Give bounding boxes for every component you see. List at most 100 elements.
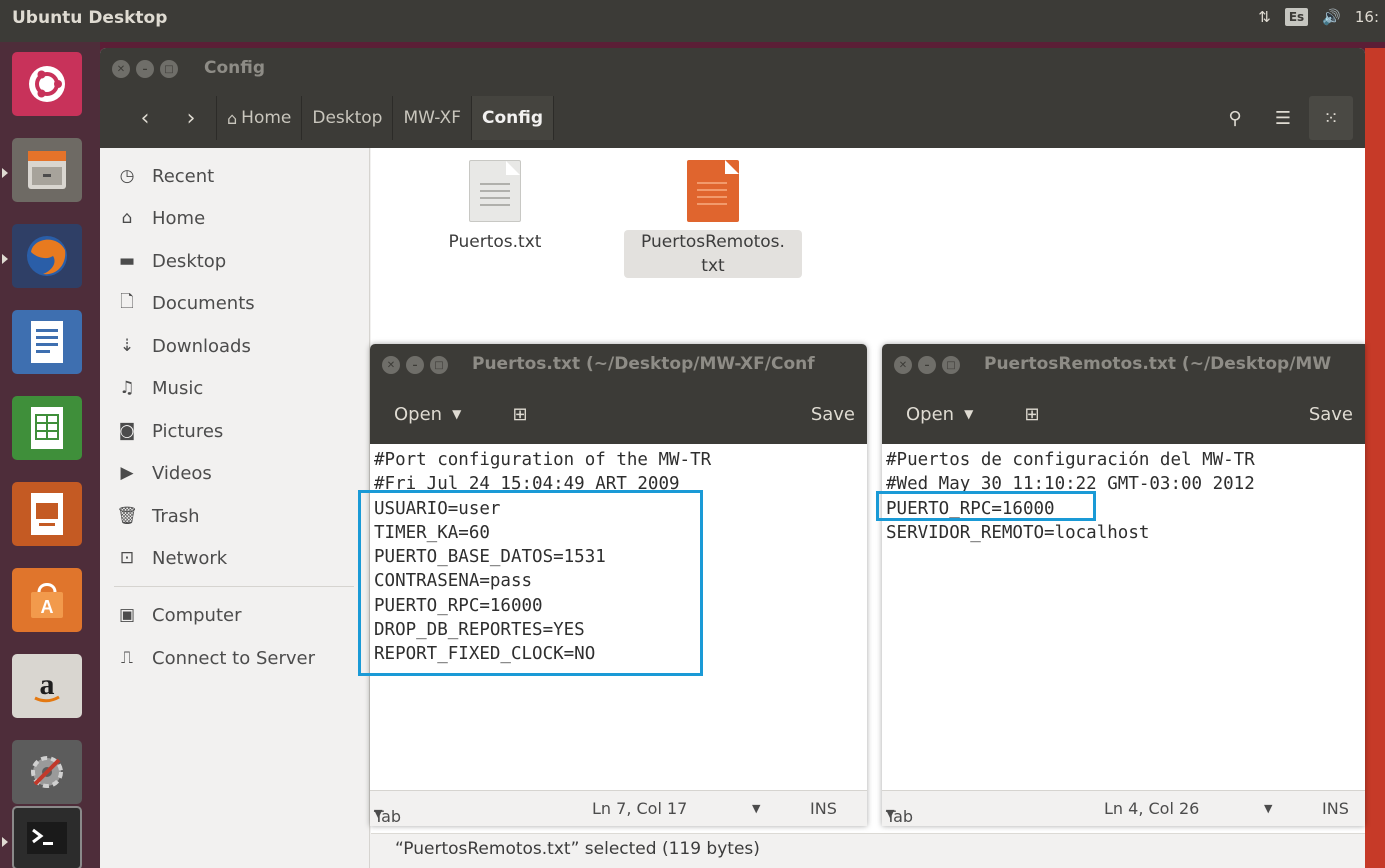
cursor-position: Ln 7, Col 17: [592, 799, 688, 818]
places-sidebar: ◷ Recent ⌂ Home ▬ Desktop 🗋 Documents ⇣ Downl…: [100, 148, 370, 868]
open-button[interactable]: Open ▼: [382, 394, 473, 434]
launcher: A a: [0, 42, 100, 868]
download-icon: ⇣: [119, 336, 135, 356]
window-title: Config: [204, 58, 266, 78]
folder-icon: ▬: [118, 251, 136, 271]
home-icon: ⌂: [227, 108, 238, 128]
sidebar-item-music[interactable]: ♫ Music: [114, 370, 203, 406]
launcher-firefox[interactable]: [12, 224, 82, 288]
calc-icon: [31, 407, 63, 449]
launcher-system-settings[interactable]: [12, 740, 82, 804]
keyboard-layout-indicator[interactable]: Es: [1284, 8, 1309, 26]
text-file-icon: [469, 160, 521, 222]
launcher-files[interactable]: [12, 138, 82, 202]
sidebar-divider: [114, 586, 354, 587]
video-icon: ▶: [120, 463, 134, 483]
close-button[interactable]: ✕: [894, 356, 912, 374]
window-title: Puertos.txt (~/Desktop/MW-XF/Conf: [472, 354, 815, 374]
file-manager-toolbar: ‹ › ⌂ Home Desktop MW-XF Config ⚲ ☰ ⁙: [100, 92, 1365, 148]
sidebar-item-trash[interactable]: 🗑 Trash: [114, 498, 199, 534]
grid-view-button[interactable]: ⁙: [1309, 96, 1353, 140]
gedit-headerbar: ✕ – □ Puertos.txt (~/Desktop/MW-XF/Conf …: [370, 344, 867, 444]
network-icon[interactable]: ⇅: [1258, 8, 1271, 26]
launcher-libreoffice-impress[interactable]: [12, 482, 82, 546]
file-item-puertos-remotos[interactable]: PuertosRemotos. txt: [623, 160, 803, 278]
highlight-box-right: [876, 491, 1096, 521]
file-item-puertos[interactable]: Puertos.txt: [405, 160, 585, 254]
maximize-button[interactable]: □: [430, 356, 448, 374]
file-cabinet-icon: [28, 151, 66, 189]
minimize-button[interactable]: –: [136, 60, 154, 78]
save-button[interactable]: Save: [1309, 394, 1353, 434]
launcher-libreoffice-writer[interactable]: [12, 310, 82, 374]
editor-status-bar: Tab Width: 8 ▼ Ln 4, Col 26 ▼ INS: [882, 790, 1365, 826]
chevron-down-icon: ▼: [964, 407, 974, 421]
impress-icon: [31, 493, 63, 535]
search-button[interactable]: ⚲: [1213, 96, 1257, 140]
text-line: SERVIDOR_REMOTO=localhost: [886, 522, 1150, 543]
file-manager-titlebar: ✕ – □ Config: [100, 48, 1365, 92]
new-tab-button[interactable]: ⊞: [1012, 394, 1052, 434]
settings-tools-icon: [31, 756, 63, 788]
chevron-down-icon: ▼: [452, 407, 462, 421]
insert-mode: INS: [1322, 799, 1349, 818]
chevron-down-icon[interactable]: ▼: [752, 802, 760, 815]
breadcrumb-desktop[interactable]: Desktop: [302, 96, 394, 140]
running-indicator: [2, 168, 8, 178]
maximize-button[interactable]: □: [942, 356, 960, 374]
sidebar-item-recent[interactable]: ◷ Recent: [114, 158, 215, 194]
breadcrumb-config[interactable]: Config: [471, 96, 554, 140]
trash-icon: 🗑: [116, 506, 138, 526]
launcher-libreoffice-calc[interactable]: [12, 396, 82, 460]
launcher-terminal[interactable]: [12, 806, 82, 868]
new-tab-button[interactable]: ⊞: [500, 394, 540, 434]
clock-icon: ◷: [119, 166, 135, 186]
active-indicator: [2, 254, 8, 264]
back-button[interactable]: ‹: [122, 96, 168, 140]
sidebar-item-home[interactable]: ⌂ Home: [114, 200, 206, 236]
status-bar: “PuertosRemotos.txt” selected (119 bytes…: [371, 833, 1365, 868]
chevron-down-icon: ▼: [886, 807, 895, 820]
open-button[interactable]: Open ▼: [894, 394, 985, 434]
sidebar-item-connect-to-server[interactable]: ⎍ Connect to Server: [114, 640, 315, 676]
computer-icon: ▣: [118, 605, 136, 625]
close-button[interactable]: ✕: [112, 60, 130, 78]
desktop-wallpaper-edge: [1365, 48, 1385, 868]
selection-status: “PuertosRemotos.txt” selected (119 bytes…: [395, 839, 760, 859]
sidebar-item-videos[interactable]: ▶ Videos: [114, 455, 211, 491]
maximize-button[interactable]: □: [160, 60, 178, 78]
sidebar-item-computer[interactable]: ▣ Computer: [114, 597, 242, 633]
list-view-button[interactable]: ☰: [1261, 96, 1305, 140]
minimize-button[interactable]: –: [918, 356, 936, 374]
grid-icon: ⁙: [1323, 107, 1339, 129]
system-tray: ⇅ Es 🔊 16:: [1258, 8, 1385, 26]
top-panel-title: Ubuntu Desktop: [12, 8, 168, 28]
chevron-down-icon[interactable]: ▼: [1264, 802, 1272, 815]
launcher-ubuntu-software[interactable]: A: [12, 568, 82, 632]
launcher-ubuntu-dash[interactable]: [12, 52, 82, 116]
svg-text:a: a: [40, 668, 55, 701]
text-line: #Puertos de configuración del MW-TR: [886, 450, 1255, 470]
shopping-bag-icon: A: [31, 583, 63, 618]
breadcrumb-mw-xf[interactable]: MW-XF: [393, 96, 472, 140]
launcher-amazon[interactable]: a: [12, 654, 82, 718]
cursor-position: Ln 4, Col 26: [1104, 799, 1200, 818]
chevron-down-icon: ▼: [374, 807, 383, 820]
breadcrumb: ⌂ Home Desktop MW-XF Config: [216, 96, 554, 140]
sidebar-item-downloads[interactable]: ⇣ Downloads: [114, 328, 251, 364]
minimize-button[interactable]: –: [406, 356, 424, 374]
sidebar-item-desktop[interactable]: ▬ Desktop: [114, 243, 226, 279]
breadcrumb-home[interactable]: ⌂ Home: [217, 96, 303, 140]
sidebar-item-pictures[interactable]: ◙ Pictures: [114, 413, 224, 449]
save-button[interactable]: Save: [811, 394, 855, 434]
sidebar-item-documents[interactable]: 🗋 Documents: [114, 285, 254, 321]
volume-icon[interactable]: 🔊: [1322, 8, 1341, 26]
close-button[interactable]: ✕: [382, 356, 400, 374]
top-panel: Ubuntu Desktop ⇅ Es 🔊 16:: [0, 0, 1385, 42]
firefox-icon: [27, 236, 67, 276]
sidebar-item-network[interactable]: ⊡ Network: [114, 540, 227, 576]
clock[interactable]: 16:: [1355, 8, 1379, 26]
forward-button[interactable]: ›: [168, 96, 214, 140]
highlight-box-left: [358, 490, 703, 676]
camera-icon: ◙: [118, 421, 136, 441]
